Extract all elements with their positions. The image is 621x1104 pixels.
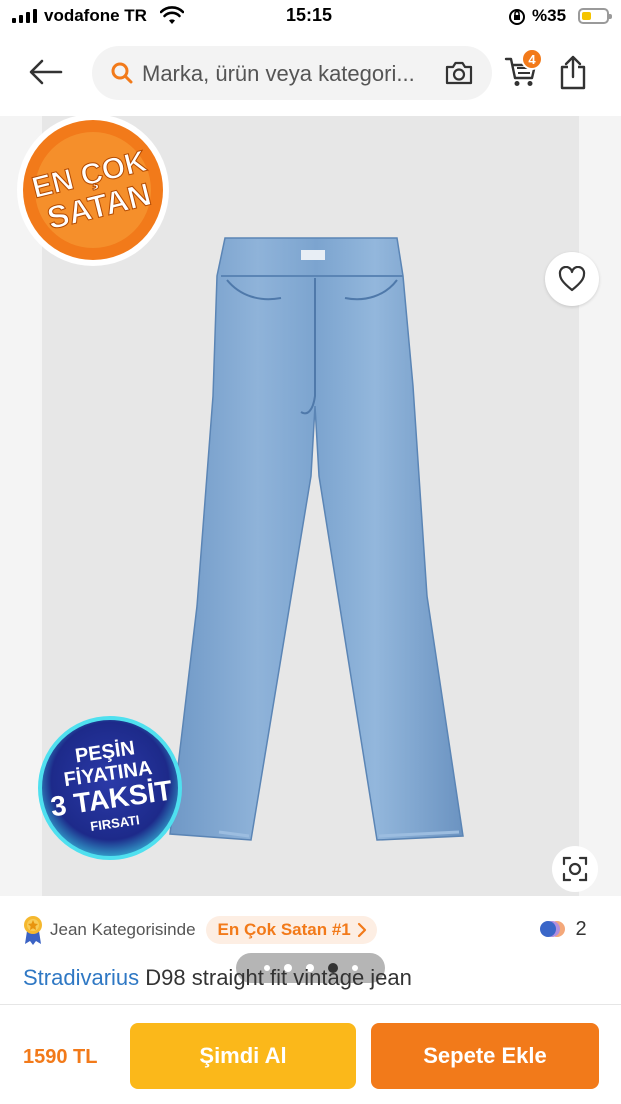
- bestseller-rank-chip[interactable]: En Çok Satan #1: [205, 916, 377, 944]
- category-label: Jean Kategorisinde: [50, 920, 196, 939]
- carrier-name: vodafone TR: [44, 6, 147, 25]
- status-time: 15:15: [286, 5, 333, 25]
- wifi-icon: [160, 6, 184, 24]
- search-icon: [111, 62, 133, 84]
- medal-icon: [24, 916, 42, 945]
- battery-percent: %35: [532, 6, 567, 25]
- product-title: Stradivarius D98 straight fit vintage je…: [23, 965, 412, 991]
- gallery-side-strip: [579, 116, 621, 896]
- brand-link[interactable]: Stradivarius: [23, 965, 139, 990]
- search-bar[interactable]: Marka, ürün veya kategori...: [92, 46, 492, 100]
- battery-icon: [578, 8, 612, 24]
- search-input[interactable]: Marka, ürün veya kategori...: [142, 61, 442, 87]
- installment-badge: PEŞİN FİYATINA 3 TAKSİT FIRSATI: [38, 716, 182, 860]
- heart-icon: [558, 266, 586, 292]
- camera-search-icon[interactable]: [444, 60, 474, 86]
- bestseller-badge: EN ÇOK SATAN: [17, 114, 169, 266]
- add-to-cart-button[interactable]: Sepete Ekle: [371, 1023, 599, 1089]
- product-name: D98 straight fit vintage jean: [145, 965, 412, 990]
- color-variants-button[interactable]: 2: [529, 908, 597, 950]
- buy-now-button[interactable]: Şimdi Al: [130, 1023, 356, 1089]
- chevron-right-icon: [357, 922, 366, 938]
- share-icon[interactable]: [558, 54, 588, 90]
- back-button[interactable]: [24, 54, 68, 90]
- status-bar: vodafone TR 15:15 %35: [0, 0, 621, 34]
- signal-icon: [12, 9, 37, 23]
- bottom-action-bar: 1590 TL Şimdi Al Sepete Ekle: [0, 1004, 621, 1104]
- favorite-button[interactable]: [545, 252, 599, 306]
- rotation-lock-icon: [509, 9, 525, 25]
- rank-label: En Çok Satan #1: [217, 920, 351, 939]
- variant-count: 2: [575, 917, 587, 940]
- color-swatch-icon: [540, 921, 566, 937]
- top-header: Marka, ürün veya kategori... 4: [0, 34, 621, 114]
- product-image[interactable]: [165, 236, 465, 866]
- scan-icon: [562, 856, 588, 882]
- visual-search-button[interactable]: [552, 846, 598, 892]
- arrow-left-icon: [29, 59, 63, 85]
- category-rank-row: Jean Kategorisinde En Çok Satan #1: [22, 915, 377, 945]
- product-price: 1590 TL: [23, 1046, 98, 1068]
- cart-count-badge: 4: [521, 48, 543, 70]
